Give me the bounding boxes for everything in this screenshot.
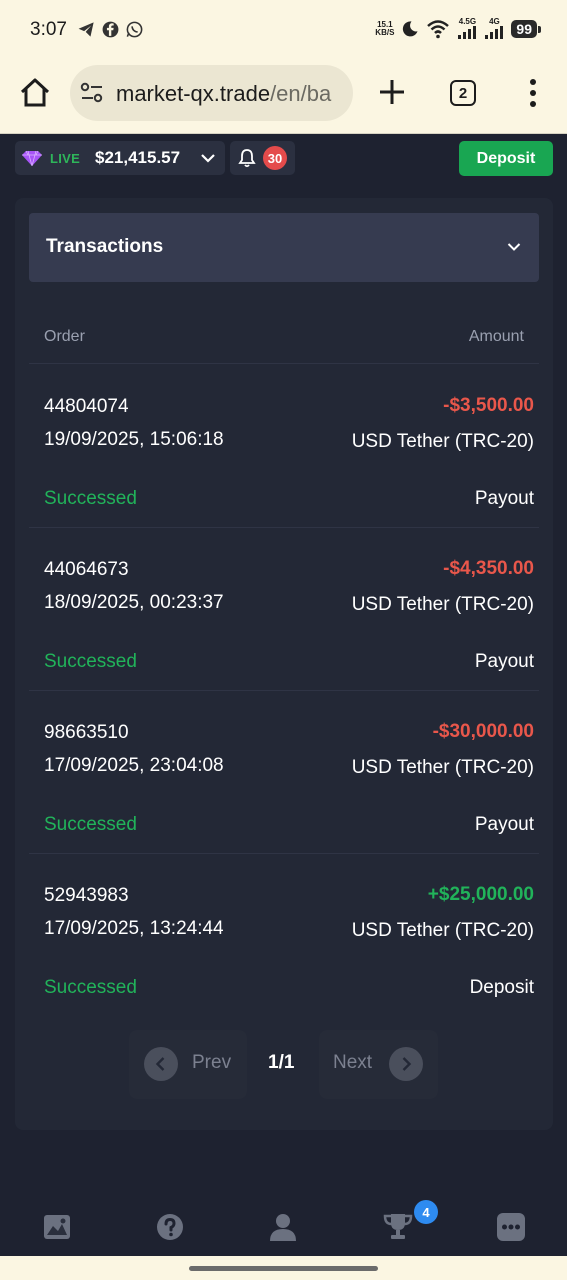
help-icon[interactable] (155, 1212, 185, 1242)
system-status-bar: 3:07 15.1 KB/S 4.5G 4G 99 (0, 0, 567, 60)
order-id: 98663510 (44, 722, 129, 743)
telegram-icon (78, 22, 94, 37)
status-time: 3:07 (30, 19, 67, 40)
table-row: 52943983 17/09/2025, 13:24:44 Successed … (29, 854, 539, 1017)
trophy-icon[interactable] (383, 1212, 413, 1242)
notifications-button[interactable]: 30 (230, 141, 295, 175)
pagination: Prev 1/1 Next (15, 1030, 553, 1100)
facebook-icon (102, 21, 119, 38)
order-id: 52943983 (44, 885, 129, 906)
payment-method: USD Tether (TRC-20) (351, 594, 534, 615)
chevron-down-icon (507, 243, 521, 251)
account-mode-label: LIVE (50, 151, 81, 166)
payment-method: USD Tether (TRC-20) (351, 757, 534, 778)
signal-icon (485, 26, 504, 39)
moon-icon (403, 20, 418, 36)
browser-toolbar: market-qx.trade/en/ba 2 (0, 60, 567, 134)
new-tab-icon[interactable] (377, 77, 407, 107)
order-datetime: 19/09/2025, 15:06:18 (44, 429, 224, 450)
column-header-amount: Amount (468, 328, 524, 345)
notification-icons (77, 20, 144, 39)
chevron-right-icon (389, 1047, 423, 1081)
order-status: Successed (44, 814, 137, 835)
transaction-type: Payout (474, 814, 534, 835)
order-datetime: 17/09/2025, 23:04:08 (44, 755, 224, 776)
bell-icon (238, 149, 256, 168)
table-row: 44064673 18/09/2025, 00:23:37 Successed … (29, 528, 539, 691)
page-indicator: 1/1 (268, 1052, 295, 1073)
table-header: Order Amount (29, 318, 539, 364)
whatsapp-icon (126, 21, 143, 38)
transactions-card: Transactions Order Amount 44804074 19/09… (15, 198, 553, 1130)
network-speed: 15.1 KB/S (375, 19, 395, 37)
order-amount: -$4,350.00 (443, 558, 534, 579)
tab-switcher-button[interactable]: 2 (450, 80, 476, 106)
trophy-badge: 4 (414, 1200, 438, 1224)
signal-4g: 4G (484, 18, 504, 39)
account-balance: $21,415.57 (95, 148, 181, 167)
url-host: market-qx.trade (116, 81, 271, 106)
url-text[interactable]: market-qx.trade/en/ba (116, 81, 331, 107)
diamond-icon (22, 150, 42, 166)
deposit-button[interactable]: Deposit (459, 141, 553, 176)
order-amount: +$25,000.00 (427, 884, 534, 905)
bottom-navigation: 4 (0, 1198, 567, 1256)
next-page-button[interactable]: Next (319, 1030, 438, 1099)
order-datetime: 17/09/2025, 13:24:44 (44, 918, 224, 939)
prev-label: Prev (192, 1052, 232, 1073)
order-status: Successed (44, 977, 137, 998)
transaction-type: Payout (474, 651, 534, 672)
next-label: Next (333, 1052, 373, 1073)
transactions-title: Transactions (46, 236, 164, 257)
site-settings-icon[interactable] (80, 82, 104, 104)
order-status: Successed (44, 488, 137, 509)
chevron-left-icon (144, 1047, 178, 1081)
table-row: 44804074 19/09/2025, 15:06:18 Successed … (29, 365, 539, 528)
gesture-navigation-area (0, 1256, 567, 1280)
home-icon[interactable] (18, 76, 52, 110)
order-datetime: 18/09/2025, 00:23:37 (44, 592, 224, 613)
payment-method: USD Tether (TRC-20) (351, 431, 534, 452)
chevron-down-icon (201, 154, 215, 163)
payment-method: USD Tether (TRC-20) (351, 920, 534, 941)
account-selector[interactable]: LIVE $21,415.57 (15, 141, 225, 175)
notifications-count-badge: 30 (263, 146, 287, 170)
table-row: 98663510 17/09/2025, 23:04:08 Successed … (29, 691, 539, 854)
order-amount: -$3,500.00 (443, 395, 534, 416)
order-id: 44064673 (44, 559, 129, 580)
url-path: /en/ba (270, 81, 332, 106)
signal-4-5g: 4.5G (457, 18, 477, 39)
order-id: 44804074 (44, 396, 129, 417)
chat-icon[interactable] (496, 1212, 526, 1242)
order-amount: -$30,000.00 (432, 721, 534, 742)
profile-icon[interactable] (268, 1212, 298, 1242)
system-indicators: 15.1 KB/S 4.5G 4G 99 (375, 18, 541, 39)
wifi-icon (427, 19, 450, 38)
transaction-type: Deposit (469, 977, 534, 998)
address-bar[interactable]: market-qx.trade/en/ba (70, 65, 353, 121)
transaction-type: Payout (474, 488, 534, 509)
signal-icon (458, 26, 477, 39)
transactions-accordion[interactable]: Transactions (29, 213, 539, 282)
chart-icon[interactable] (42, 1212, 72, 1242)
prev-page-button[interactable]: Prev (129, 1030, 247, 1099)
app-header: LIVE $21,415.57 30 Deposit (0, 134, 567, 184)
order-status: Successed (44, 651, 137, 672)
gesture-handle[interactable] (189, 1266, 378, 1271)
column-header-order: Order (44, 328, 85, 345)
battery-indicator: 99 (511, 19, 541, 38)
more-menu-icon[interactable] (520, 78, 546, 108)
